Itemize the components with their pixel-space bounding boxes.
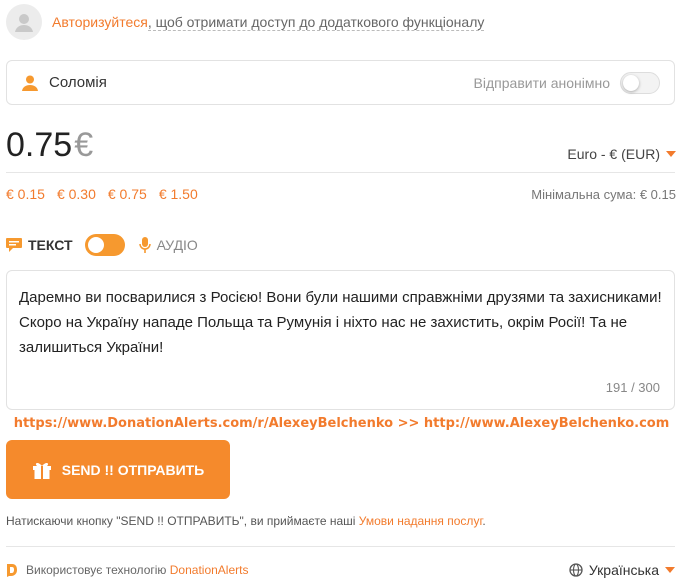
min-sum: Мінімальна сума: € 0.15: [531, 187, 676, 202]
language-select[interactable]: Українська: [569, 562, 675, 578]
user-icon: [22, 75, 38, 91]
mode-toggle[interactable]: [84, 234, 125, 256]
char-counter: 191 / 300: [605, 380, 660, 395]
amount-presets: € 0.15 € 0.30 € 0.75 € 1.50: [6, 186, 198, 202]
currency-select-value: Euro - € (EUR): [567, 146, 660, 162]
anonymous-label: Відправити анонімно: [473, 74, 610, 91]
promo-links: https://www.DonationAlerts.com/r/AlexeyB…: [13, 416, 670, 431]
name-field[interactable]: Соломія Відправити анонімно: [6, 60, 675, 105]
terms-notice: Натискаючи кнопку "SEND !! ОТПРАВИТЬ", в…: [6, 514, 486, 528]
avatar-icon: [6, 4, 42, 40]
preset-amount[interactable]: € 0.75: [108, 186, 147, 202]
tech-prefix: Використовує технологію: [26, 563, 170, 577]
terms-link[interactable]: Умови надання послуг: [359, 514, 483, 528]
amount-divider: [6, 172, 675, 173]
send-button[interactable]: SEND !! ОТПРАВИТЬ: [6, 440, 230, 499]
tech-credit: Використовує технологію DonationAlerts: [26, 563, 248, 577]
amount-value[interactable]: 0.75: [6, 126, 72, 164]
currency-select[interactable]: Euro - € (EUR): [567, 146, 676, 162]
auth-prompt: Авторизуйтеся, щоб отримати доступ до до…: [52, 14, 485, 31]
message-textarea[interactable]: Даремно ви посварилися з Росією! Вони бу…: [6, 270, 675, 410]
footer: Використовує технологію DonationAlerts У…: [6, 562, 675, 578]
language-value: Українська: [588, 562, 659, 578]
anonymous-toggle[interactable]: [620, 71, 660, 94]
send-button-label: SEND !! ОТПРАВИТЬ: [61, 461, 205, 478]
amount-input[interactable]: 0.75€: [6, 126, 93, 165]
auth-prompt-text: , щоб отримати доступ до додаткового фун…: [147, 14, 485, 31]
message-mode-switch: ТЕКСТ АУДІО: [6, 234, 198, 256]
toggle-knob: [623, 74, 639, 91]
microphone-icon: [138, 237, 151, 253]
mode-text-label[interactable]: ТЕКСТ: [28, 237, 73, 253]
preset-amount[interactable]: € 0.15: [6, 186, 45, 202]
chevron-down-icon: [666, 151, 676, 157]
gift-icon: [32, 462, 51, 479]
text-message-icon: [6, 238, 22, 252]
donationalerts-link[interactable]: DonationAlerts: [170, 563, 249, 577]
auth-link[interactable]: Авторизуйтеся: [52, 14, 148, 30]
name-value[interactable]: Соломія: [49, 74, 474, 91]
preset-amount[interactable]: € 0.30: [57, 186, 96, 202]
terms-prefix: Натискаючи кнопку "SEND !! ОТПРАВИТЬ", в…: [6, 514, 359, 528]
toggle-knob: [87, 237, 104, 253]
donationalerts-logo-icon: [7, 564, 17, 577]
globe-icon: [569, 563, 583, 577]
message-text[interactable]: Даремно ви посварилися з Росією! Вони бу…: [19, 285, 662, 360]
chevron-down-icon: [665, 567, 675, 573]
currency-symbol: €: [74, 126, 94, 164]
terms-suffix: .: [482, 514, 486, 528]
preset-amount[interactable]: € 1.50: [159, 186, 198, 202]
auth-bar: Авторизуйтеся, щоб отримати доступ до до…: [6, 4, 485, 40]
mode-audio-label[interactable]: АУДІО: [157, 237, 198, 253]
footer-divider: [6, 546, 675, 547]
